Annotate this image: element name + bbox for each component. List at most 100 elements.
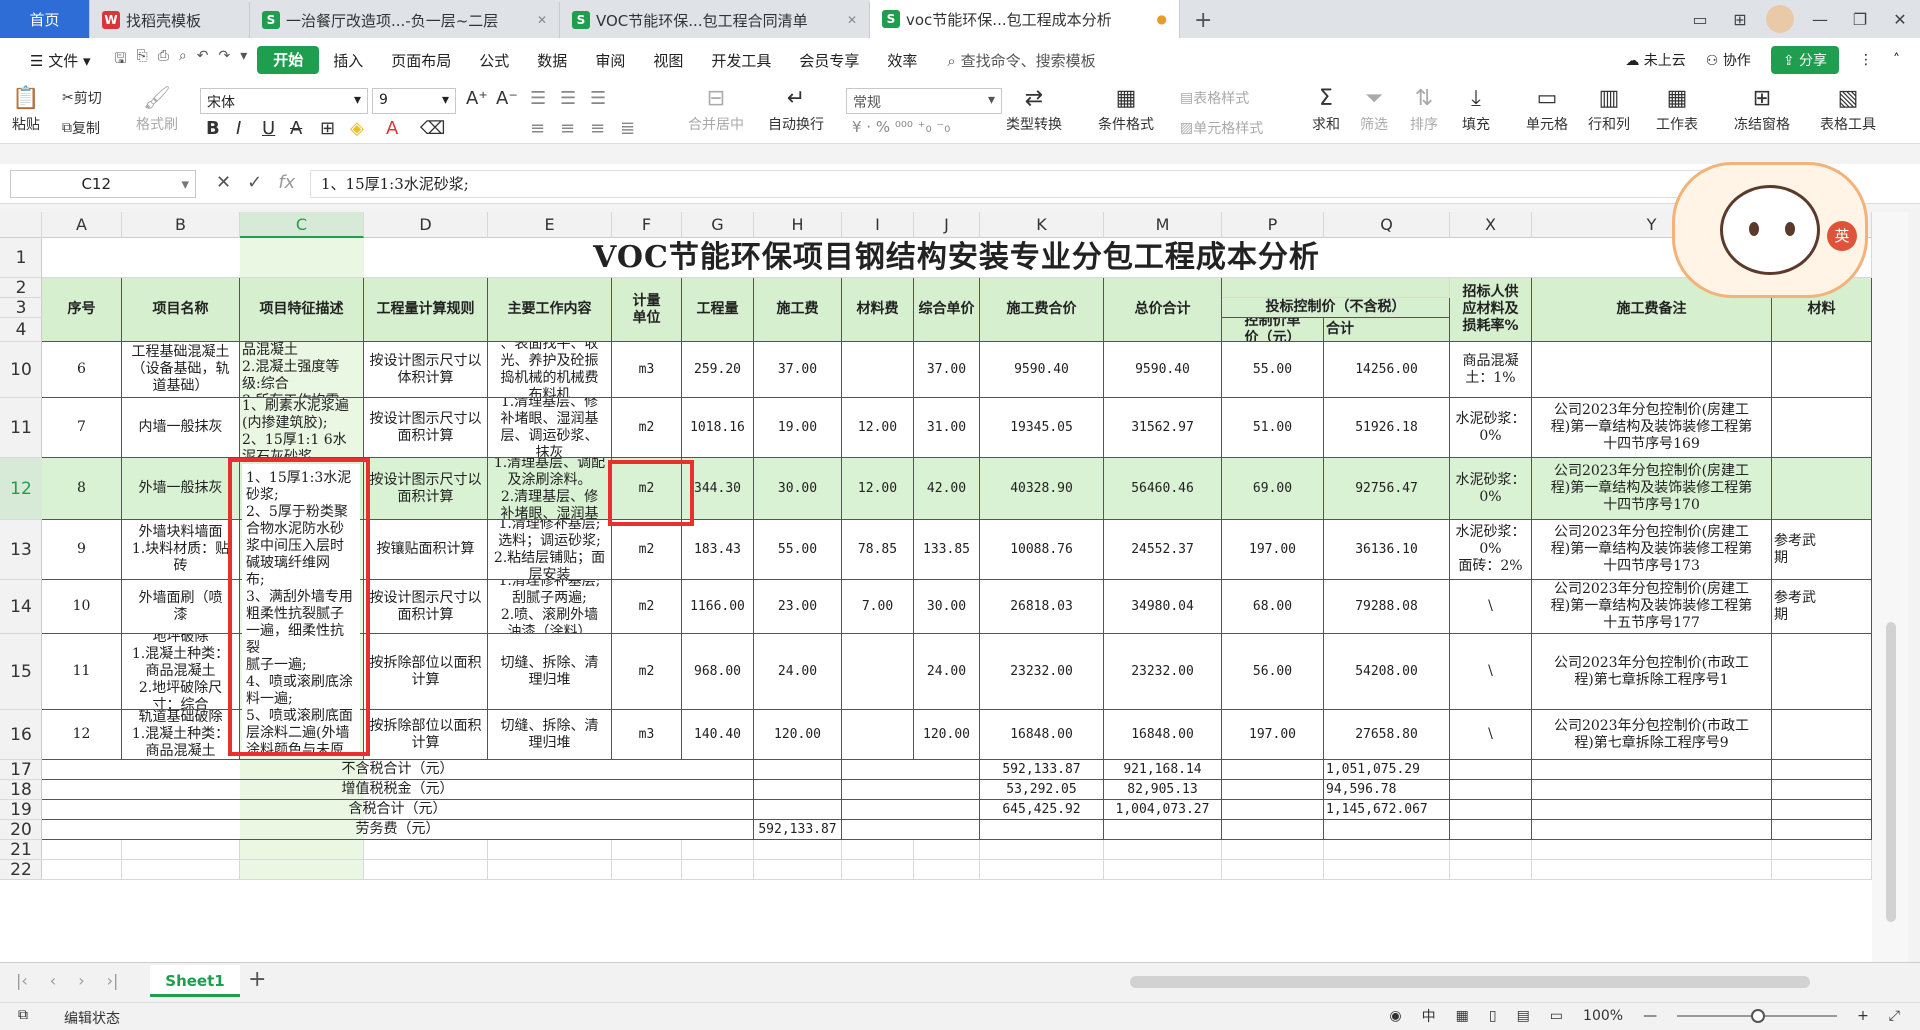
cell-mat[interactable]: 参考武 期	[1772, 520, 1872, 580]
cell-remark[interactable]: 公司2023年分包控制价(房建工 程)第一章结构及装饰装修工程第 十五节序号17…	[1532, 580, 1772, 634]
empty-cell[interactable]	[1324, 860, 1450, 880]
cell-qty[interactable]: 1166.00	[682, 580, 754, 634]
sheet-tab-sheet1[interactable]: Sheet1	[150, 965, 240, 997]
cell-name[interactable]: 内墙一般抹灰	[122, 398, 240, 458]
font-grow-icon[interactable]: A⁺	[466, 88, 488, 109]
justify-icon[interactable]: ≣	[620, 118, 635, 139]
header-labor-total[interactable]: 施工费合价	[980, 278, 1104, 342]
name-box[interactable]: C12 ▾	[10, 170, 196, 198]
cell-bid_price[interactable]: 56.00	[1222, 634, 1324, 710]
summary-total[interactable]	[1104, 820, 1222, 840]
summary-label[interactable]: 劳务费（元）	[42, 820, 754, 840]
empty-cell[interactable]	[122, 860, 240, 880]
column-header[interactable]: G	[682, 212, 754, 238]
cell-material[interactable]: 12.00	[842, 458, 914, 520]
summary-empty[interactable]	[1450, 820, 1532, 840]
cell-material[interactable]	[842, 634, 914, 710]
zoom-in-icon[interactable]: +	[1857, 1008, 1869, 1024]
cell-unit[interactable]: m2	[612, 398, 682, 458]
cell-unit[interactable]: m2	[612, 634, 682, 710]
header-bid-price[interactable]: 控制价单 价（元）	[1222, 318, 1324, 342]
cell-labor[interactable]: 19.00	[754, 398, 842, 458]
cell-mat[interactable]	[1772, 710, 1872, 760]
summary-bid-total[interactable]: 1,051,075.29	[1324, 760, 1450, 780]
cell-seq[interactable]: 8	[42, 458, 122, 520]
empty-cell[interactable]	[1450, 860, 1532, 880]
cell-work[interactable]: 、表面找平、收 光、养护及砼振 捣机械的机械费 布料机	[488, 342, 612, 398]
summary-empty[interactable]	[1222, 800, 1324, 820]
fx-icon[interactable]: fx	[278, 172, 295, 193]
avatar[interactable]	[1766, 5, 1794, 33]
header-bid-group[interactable]: 投标控制价（不含税）	[1222, 298, 1450, 318]
summary-labor[interactable]	[754, 760, 842, 780]
empty-cell[interactable]	[240, 840, 364, 860]
cell-labor_total[interactable]: 19345.05	[980, 398, 1104, 458]
cell-labor_total[interactable]: 10088.76	[980, 520, 1104, 580]
cell-supply[interactable]: \	[1450, 580, 1532, 634]
cell-labor[interactable]: 24.00	[754, 634, 842, 710]
empty-cell[interactable]	[364, 840, 488, 860]
cell-unit_price[interactable]: 30.00	[914, 580, 980, 634]
cell-supply[interactable]: 水泥砂浆： 0% 面砖：2%	[1450, 520, 1532, 580]
summary-labor-total[interactable]: 645,425.92	[980, 800, 1104, 820]
clear-format-icon[interactable]: ⌫	[420, 118, 445, 139]
fill-button[interactable]: ⤓ 填充	[1462, 86, 1490, 134]
cell-bid_total[interactable]: 27658.80	[1324, 710, 1450, 760]
cell-labor_total[interactable]: 23232.00	[980, 634, 1104, 710]
share-button[interactable]: ⇪ 分享	[1770, 46, 1839, 74]
cells-button[interactable]: ▭ 单元格	[1526, 86, 1568, 134]
print-icon[interactable]: ⎙	[158, 48, 169, 72]
empty-cell[interactable]	[1324, 840, 1450, 860]
header-desc[interactable]: 项目特征描述	[240, 278, 364, 342]
header-bid-spacer[interactable]	[1222, 278, 1450, 298]
page-layout-view-icon[interactable]: ▯	[1489, 1008, 1497, 1024]
menu-data[interactable]: 数据	[523, 50, 581, 71]
cell-qty[interactable]: 968.00	[682, 634, 754, 710]
align-center-icon[interactable]: ≡	[560, 118, 575, 139]
row-header[interactable]: 13	[0, 520, 42, 580]
first-sheet-icon[interactable]: |‹	[16, 971, 28, 990]
summary-empty[interactable]	[1532, 820, 1772, 840]
summary-empty[interactable]	[842, 780, 980, 800]
column-header[interactable]: C	[240, 212, 364, 238]
cell-seq[interactable]: 9	[42, 520, 122, 580]
zoom-out-icon[interactable]: —	[1643, 1008, 1657, 1024]
close-window-icon[interactable]: ✕	[1880, 10, 1920, 29]
summary-label[interactable]: 含税合计（元）	[42, 800, 754, 820]
summary-labor-total[interactable]: 592,133.87	[980, 760, 1104, 780]
normal-view-icon[interactable]: ▦	[1456, 1008, 1469, 1024]
column-header[interactable]: B	[122, 212, 240, 238]
menu-insert[interactable]: 插入	[319, 50, 377, 71]
cell-mat[interactable]	[1772, 458, 1872, 520]
header-seq[interactable]: 序号	[42, 278, 122, 342]
cell-material[interactable]: 7.00	[842, 580, 914, 634]
summary-labor[interactable]	[754, 780, 842, 800]
row-header[interactable]: 16	[0, 710, 42, 760]
empty-cell[interactable]	[1450, 840, 1532, 860]
cell-bid_total[interactable]: 51926.18	[1324, 398, 1450, 458]
align-right-icon[interactable]: ≡	[590, 118, 605, 139]
empty-cell[interactable]	[754, 860, 842, 880]
cell-qty[interactable]: 183.43	[682, 520, 754, 580]
summary-label[interactable]: 不含税合计（元）	[42, 760, 754, 780]
horizontal-scrollbar[interactable]	[1130, 976, 1810, 988]
cell-rule[interactable]: 按拆除部位以面积 计算	[364, 634, 488, 710]
column-header[interactable]: Q	[1324, 212, 1450, 238]
empty-cell[interactable]	[42, 860, 122, 880]
cell-name[interactable]: 外墙一般抹灰	[122, 458, 240, 520]
cell-qty[interactable]: 259.20	[682, 342, 754, 398]
empty-cell[interactable]	[980, 840, 1104, 860]
strikethrough-icon[interactable]: A	[290, 118, 302, 139]
header-total[interactable]: 总价合计	[1104, 278, 1222, 342]
cell-desc[interactable]: 品混凝土 2.混凝土强度等 级:综合 3.所有工作均需	[240, 342, 364, 398]
prev-sheet-icon[interactable]: ‹	[50, 971, 56, 990]
menu-review[interactable]: 审阅	[581, 50, 639, 71]
summary-labor-total[interactable]: 53,292.05	[980, 780, 1104, 800]
sheet-title[interactable]: VOC节能环保项目钢结构安装专业分包工程成本分析	[42, 238, 1872, 278]
preview-icon[interactable]: ⌕	[179, 48, 187, 72]
summary-empty[interactable]	[1772, 760, 1872, 780]
header-material[interactable]: 材料费	[842, 278, 914, 342]
font-size-select[interactable]: 9 ▾	[372, 88, 456, 114]
font-shrink-icon[interactable]: A⁻	[496, 88, 518, 109]
empty-cell[interactable]	[1772, 840, 1872, 860]
